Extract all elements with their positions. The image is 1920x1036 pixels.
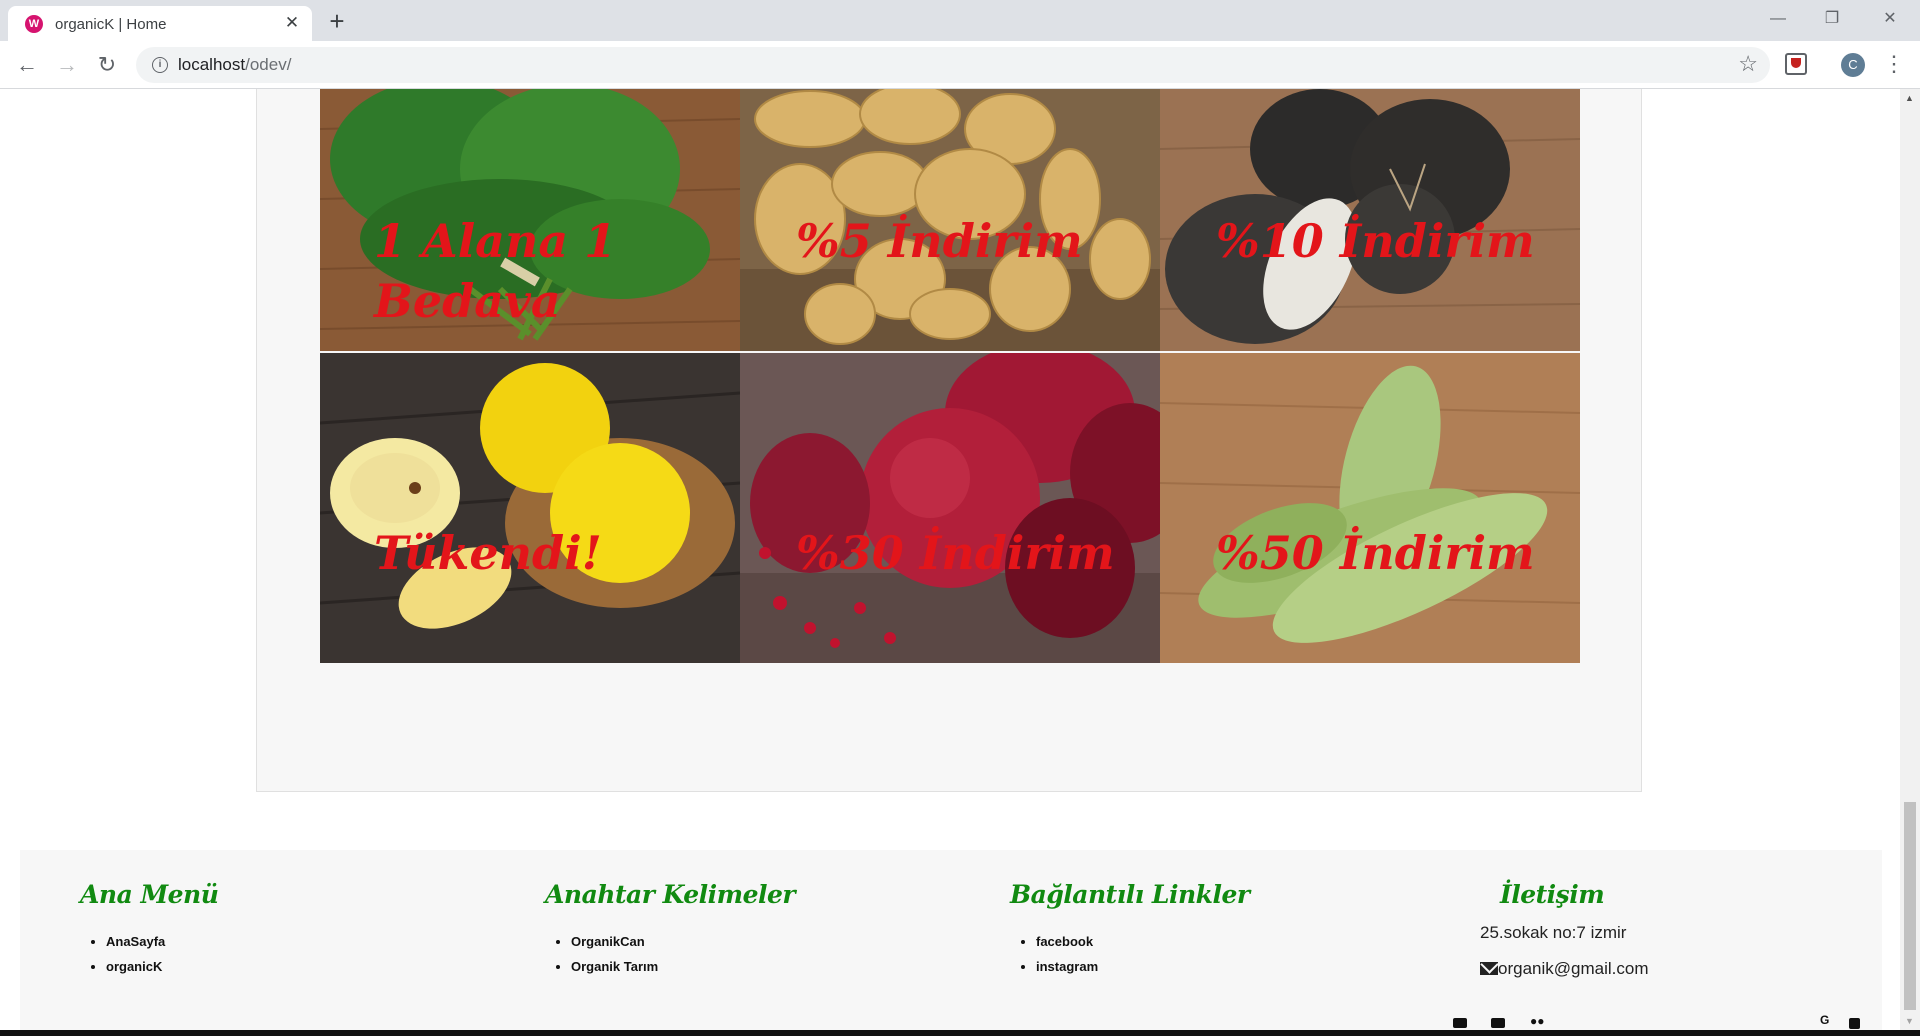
footer-link-instagram[interactable]: instagram xyxy=(1036,954,1250,979)
video-icon[interactable] xyxy=(1453,1018,1467,1028)
minimize-icon[interactable]: — xyxy=(1760,6,1796,32)
close-window-icon[interactable]: ✕ xyxy=(1872,6,1908,32)
browser-toolbar: ← → ↻ i localhost/odev/ ☆ C ⋮ xyxy=(0,41,1920,89)
info-icon[interactable]: i xyxy=(152,57,168,73)
tab-strip: W organicK | Home ✕ + — ❐ ✕ xyxy=(0,0,1920,41)
kebab-menu-icon[interactable]: ⋮ xyxy=(1883,51,1905,79)
product-tile-zucchini[interactable]: %50 İndirim xyxy=(1160,353,1580,663)
footer-keyword-organikcan[interactable]: OrganikCan xyxy=(571,929,795,954)
profile-avatar[interactable]: C xyxy=(1841,53,1865,77)
product-caption: %30 İndirim xyxy=(796,526,1115,580)
card-icon[interactable] xyxy=(1491,1018,1505,1028)
footer-contact-title: İletişim xyxy=(1500,880,1605,909)
google-icon[interactable]: G xyxy=(1820,1013,1829,1027)
product-caption: %10 İndirim xyxy=(1216,214,1535,268)
product-tile-black-radish[interactable]: %10 İndirim xyxy=(1160,89,1580,351)
footer-link-organick[interactable]: organicK xyxy=(106,954,218,979)
product-caption: %5 İndirim xyxy=(796,214,1083,268)
product-tile-pomegranate[interactable]: %30 İndirim xyxy=(740,353,1160,663)
address-bar[interactable]: i localhost/odev/ ☆ xyxy=(136,47,1770,83)
footer-keywords-column: Anahtar Kelimeler OrganikCan Organik Tar… xyxy=(545,880,796,979)
bookmark-star-icon[interactable]: ☆ xyxy=(1738,51,1758,77)
reload-icon[interactable]: ↻ xyxy=(93,51,121,79)
product-tile-dill[interactable]: 1 Alana 1 Bedava xyxy=(320,89,740,351)
tripadvisor-icon[interactable]: ●● xyxy=(1530,1014,1545,1028)
scroll-up-arrow-icon[interactable]: ▲ xyxy=(1905,93,1914,103)
zucchini-image xyxy=(1160,353,1580,663)
footer-keywords-title: Anahtar Kelimeler xyxy=(545,880,796,909)
envelope-icon xyxy=(1480,962,1498,975)
footer-link-facebook[interactable]: facebook xyxy=(1036,929,1250,954)
tab-title: organicK | Home xyxy=(55,16,167,33)
scroll-down-arrow-icon[interactable]: ▼ xyxy=(1905,1016,1914,1026)
product-caption: %50 İndirim xyxy=(1216,526,1535,580)
footer-menu-title: Ana Menü xyxy=(80,880,219,909)
back-icon[interactable]: ← xyxy=(13,51,41,79)
footer-links-column: Bağlantılı Linkler facebook instagram xyxy=(1010,880,1250,979)
contact-email-row[interactable]: organik@gmail.com xyxy=(1480,959,1648,979)
product-tile-potatoes[interactable]: %5 İndirim xyxy=(740,89,1160,351)
footer-contact-column: İletişim 25.sokak no:7 izmir organik@gma… xyxy=(1480,880,1648,979)
scroll-thumb[interactable] xyxy=(1904,802,1916,1010)
pocket-extension-icon[interactable] xyxy=(1785,53,1807,75)
contact-email[interactable]: organik@gmail.com xyxy=(1498,959,1648,978)
restore-icon[interactable]: ❐ xyxy=(1814,6,1850,32)
wamp-icon: W xyxy=(25,15,43,33)
footer-links-title: Bağlantılı Linkler xyxy=(1010,880,1250,909)
page-scrollbar[interactable]: ▲ ▼ xyxy=(1900,89,1920,1030)
product-caption: Tükendi! xyxy=(374,526,602,580)
quince-image xyxy=(320,353,740,663)
site-footer: Ana Menü AnaSayfa organicK Anahtar Kelim… xyxy=(20,850,1882,1030)
new-tab-icon[interactable]: + xyxy=(323,8,351,36)
contact-address: 25.sokak no:7 izmir xyxy=(1480,923,1627,942)
footer-keyword-organik-tarim[interactable]: Organik Tarım xyxy=(571,954,795,979)
pomegranate-image xyxy=(740,353,1160,663)
footer-menu-column: Ana Menü AnaSayfa organicK xyxy=(80,880,219,979)
url-text[interactable]: localhost/odev/ xyxy=(178,55,291,75)
forward-icon[interactable]: → xyxy=(53,51,81,79)
close-tab-icon[interactable]: ✕ xyxy=(280,11,304,35)
footer-link-anasayfa[interactable]: AnaSayfa xyxy=(106,929,218,954)
browser-tab[interactable]: W organicK | Home ✕ xyxy=(8,6,312,41)
window-bottom-edge xyxy=(0,1030,1920,1036)
product-tile-quince[interactable]: Tükendi! xyxy=(320,353,740,663)
facebook-icon[interactable] xyxy=(1849,1018,1860,1029)
product-caption: 1 Alana 1 Bedava xyxy=(374,214,617,328)
page-viewport: 1 Alana 1 Bedava %5 İndirim %10 İndirim … xyxy=(0,89,1900,1030)
